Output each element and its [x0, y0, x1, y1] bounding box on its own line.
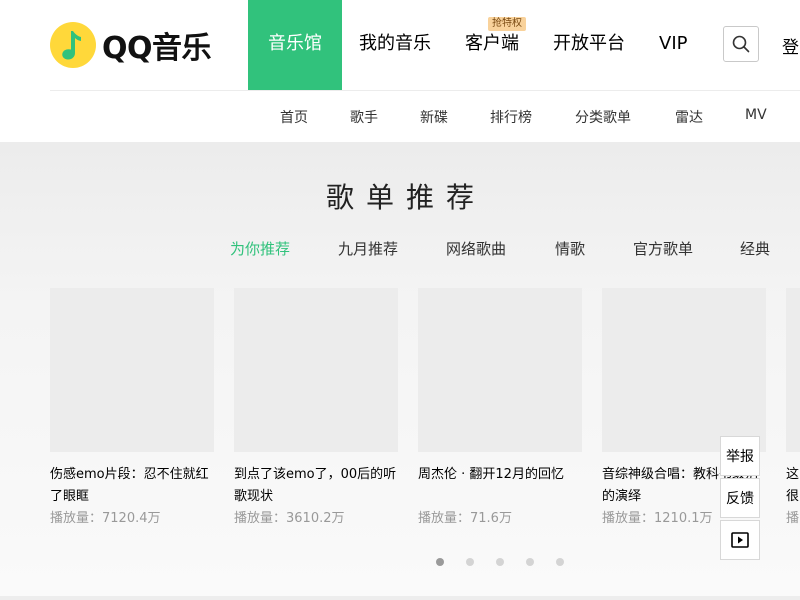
carousel-dot[interactable]	[466, 558, 474, 566]
play-count: 播	[786, 511, 800, 526]
playlist-cover[interactable]	[418, 288, 582, 452]
playlist-title[interactable]: 到点了该emo了，00后的听歌现状	[234, 464, 398, 508]
playlist-card[interactable]: 周杰伦 · 翻开12月的回忆 播放量：71.6万	[418, 288, 582, 530]
playlist-title[interactable]: 伤感emo片段：忍不住就红了眼眶	[50, 464, 214, 508]
carousel-dot[interactable]	[526, 558, 534, 566]
nav-music-hall[interactable]: 音乐馆	[248, 0, 342, 90]
nav-client[interactable]: 客户端 抢特权	[448, 0, 536, 90]
sub-nav: 首页 歌手 新碟 排行榜 分类歌单 雷达 MV	[0, 91, 800, 142]
play-count: 播放量：71.6万	[418, 511, 512, 526]
report-label: 举报	[726, 449, 754, 465]
nav-open-platform[interactable]: 开放平台	[536, 0, 642, 90]
nav-vip[interactable]: VIP	[642, 0, 704, 90]
tab-official-playlists[interactable]: 官方歌单	[633, 238, 693, 259]
nav-label: VIP	[659, 33, 688, 54]
subnav-new-albums[interactable]: 新碟	[420, 107, 448, 127]
tab-for-you[interactable]: 为你推荐	[230, 238, 290, 259]
privilege-badge: 抢特权	[488, 17, 526, 31]
report-button[interactable]: 举报	[720, 436, 760, 476]
playlist-cover[interactable]	[786, 288, 800, 452]
nav-label: 开放平台	[553, 33, 625, 54]
tab-classics[interactable]: 经典	[740, 238, 770, 259]
top-header: QQ音乐 音乐馆 我的音乐 客户端 抢特权 开放平台 VIP 登	[0, 0, 800, 90]
music-note-logo-icon	[50, 22, 96, 68]
play-count: 播放量：7120.4万	[50, 511, 161, 526]
search-icon	[732, 35, 750, 53]
playlist-card[interactable]: 到点了该emo了，00后的听歌现状 播放量：3610.2万	[234, 288, 398, 530]
player-button[interactable]	[720, 520, 760, 560]
feedback-label: 反馈	[726, 491, 754, 507]
playlist-cover[interactable]	[234, 288, 398, 452]
nav-label: 我的音乐	[359, 33, 431, 54]
brand-name: QQ音乐	[102, 31, 212, 66]
playlist-cover[interactable]	[50, 288, 214, 452]
subnav-mv[interactable]: MV	[745, 107, 767, 123]
subnav-charts[interactable]: 排行榜	[490, 107, 532, 127]
subnav-radar[interactable]: 雷达	[675, 107, 703, 127]
playlist-recommend-section: 歌单推荐 为你推荐 九月推荐 网络歌曲 情歌 官方歌单 经典 伤感emo片段：忍…	[0, 142, 800, 600]
playlist-title[interactable]: 这很	[786, 464, 800, 508]
playlist-card-partial[interactable]: 这很 播	[786, 288, 800, 530]
carousel-dot[interactable]	[436, 558, 444, 566]
carousel-dot[interactable]	[496, 558, 504, 566]
main-nav: 音乐馆 我的音乐 客户端 抢特权 开放平台 VIP	[248, 0, 704, 90]
playlist-title[interactable]: 周杰伦 · 翻开12月的回忆	[418, 464, 582, 508]
playlist-cover[interactable]	[602, 288, 766, 452]
search-button[interactable]	[723, 26, 759, 62]
play-box-icon	[731, 532, 749, 548]
subnav-home[interactable]: 首页	[280, 107, 308, 127]
nav-label: 音乐馆	[268, 33, 322, 54]
bottom-divider	[0, 596, 800, 600]
tab-september[interactable]: 九月推荐	[338, 238, 398, 259]
tab-network-songs[interactable]: 网络歌曲	[446, 238, 506, 259]
subnav-singers[interactable]: 歌手	[350, 107, 378, 127]
brand-logo[interactable]: QQ音乐	[50, 21, 212, 69]
nav-my-music[interactable]: 我的音乐	[342, 0, 448, 90]
section-title: 歌单推荐	[325, 181, 486, 214]
playlist-card[interactable]: 伤感emo片段：忍不住就红了眼眶 播放量：7120.4万	[50, 288, 214, 530]
tab-love-songs[interactable]: 情歌	[555, 238, 585, 259]
feedback-button[interactable]: 反馈	[720, 478, 760, 518]
nav-label: 客户端	[465, 33, 519, 54]
login-link[interactable]: 登	[782, 33, 799, 58]
play-count: 播放量：3610.2万	[234, 511, 345, 526]
subnav-category-playlists[interactable]: 分类歌单	[575, 107, 631, 127]
carousel-dot[interactable]	[556, 558, 564, 566]
